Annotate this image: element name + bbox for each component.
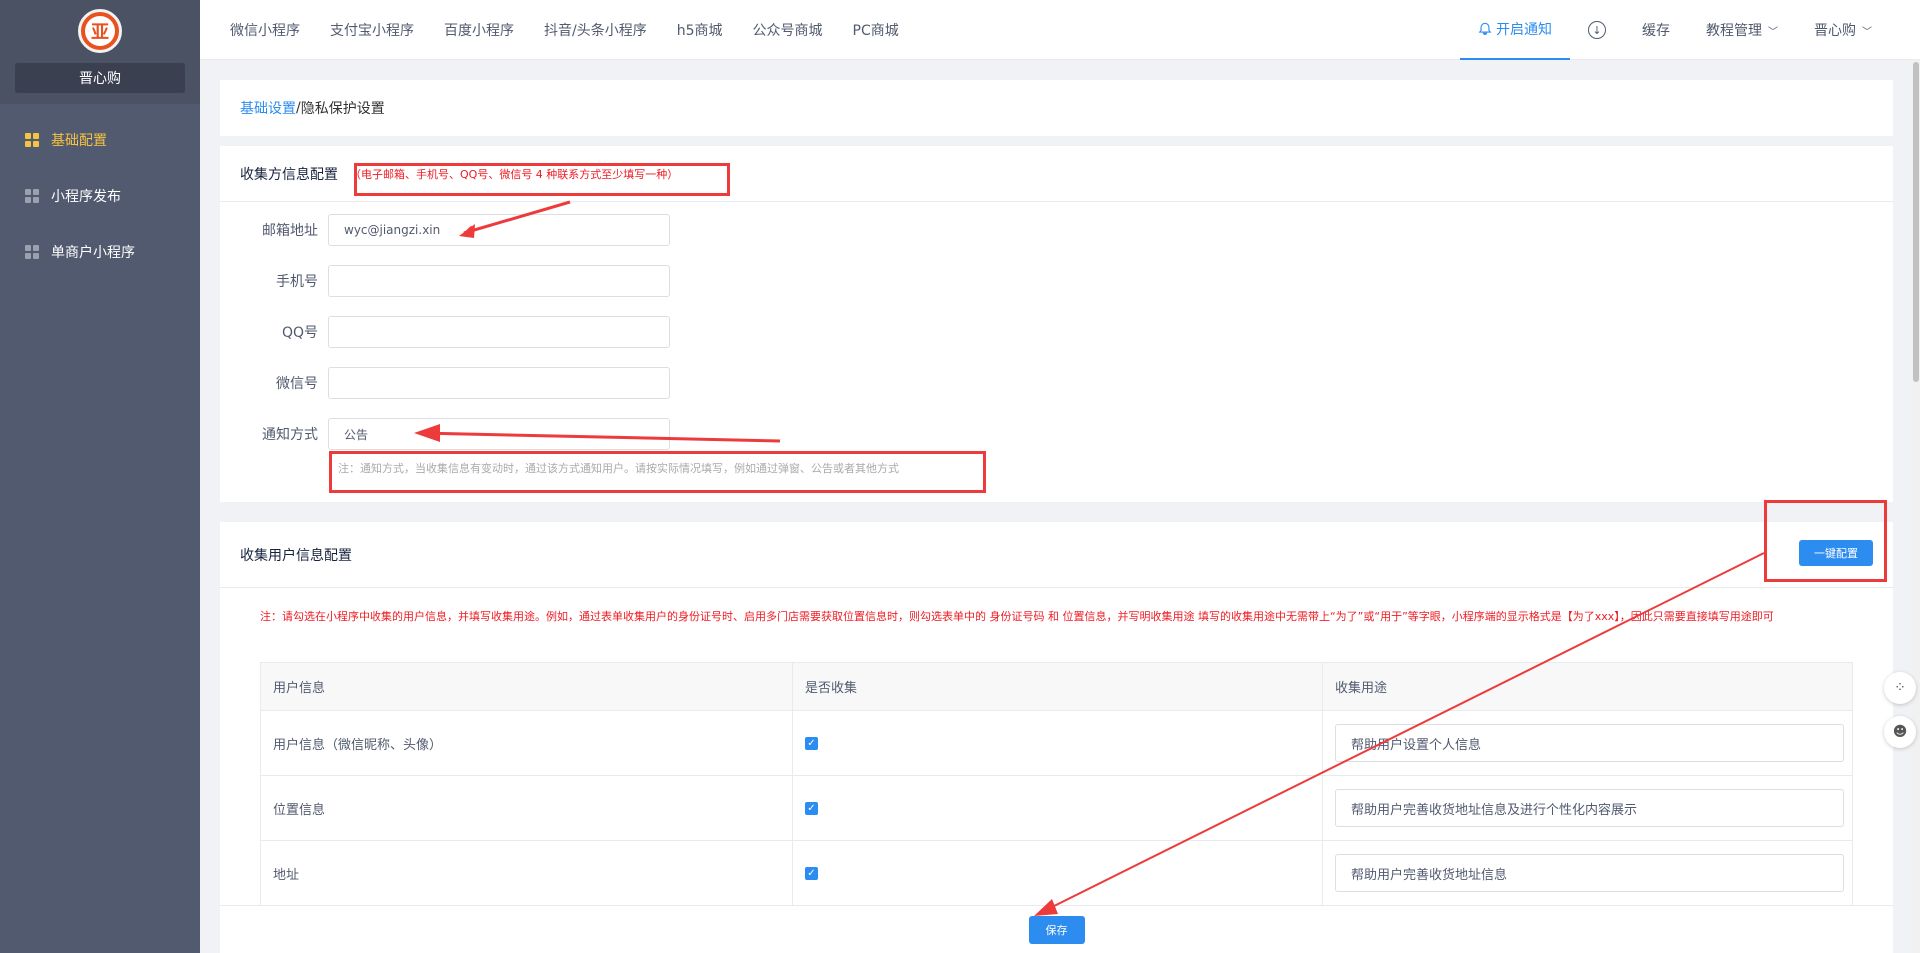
sidebar: 亚 晋心购 基础配置 小程序发布 单商户小程序 [0,0,200,953]
sidebar-item-label: 基础配置 [51,133,107,149]
annotation-box-one-key [1764,500,1887,582]
top-nav: 微信小程序 支付宝小程序 百度小程序 抖音/头条小程序 h5商城 公众号商城 P… [230,0,929,60]
collect-checkbox[interactable]: ✓ [805,801,818,815]
nav-pc-mall[interactable]: PC商城 [853,20,899,40]
grid-icon [25,133,39,147]
purpose-input[interactable] [1335,724,1844,762]
download-icon: ↓ [1588,21,1606,39]
collect-checkbox-cell: ✓ [792,775,1323,841]
purpose-cell [1322,710,1853,776]
column-header: 用户信息 [260,662,793,711]
user-info-table: 用户信息 是否收集 收集用途 用户信息（微信昵称、头像） ✓ 位置信息 ✓ 地址… [260,662,1853,906]
qq-field[interactable] [328,316,670,348]
chevron-down-icon: ﹀ [1862,26,1872,38]
qq-label: QQ号 [281,325,318,341]
sidebar-item-basic-config[interactable]: 基础配置 [0,112,200,168]
purpose-cell [1322,775,1853,841]
userinfo-title: 收集用户信息配置 [240,547,352,564]
user-name: 晋心购 [1814,23,1856,39]
phone-label: 手机号 [276,274,318,290]
email-field[interactable] [328,214,670,246]
purpose-input[interactable] [1335,789,1844,827]
phone-row: 手机号 [220,265,670,297]
sidebar-item-label: 小程序发布 [51,189,121,205]
wechat-label: 微信号 [276,376,318,392]
user-info-name: 用户信息（微信昵称、头像） [260,710,793,776]
user-info-name: 位置信息 [260,775,793,841]
chevron-down-icon: ﹀ [1768,26,1778,38]
apps-icon: ⁘ [1894,680,1906,696]
collect-checkbox[interactable]: ✓ [805,736,818,750]
collector-title: 收集方信息配置 [240,166,338,183]
brand-logo[interactable]: 亚 [78,9,122,53]
grid-icon [25,189,39,203]
download-button[interactable]: ↓ [1570,0,1624,60]
column-header: 收集用途 [1322,662,1853,711]
user-info-name: 地址 [260,840,793,906]
user-info-config-card: 收集用户信息配置 一键配置 注：请勾选在小程序中收集的用户信息，并填写收集用途。… [220,522,1893,953]
table-row: 用户信息（微信昵称、头像） ✓ [260,710,1853,776]
sidebar-menu: 基础配置 小程序发布 单商户小程序 [0,112,200,280]
assistant-float-button[interactable]: ☻ [1884,716,1916,748]
table-row: 地址 ✓ [260,840,1853,906]
footer-bar: 保存 [220,905,1893,953]
breadcrumb-current: 隐私保护设置 [300,101,385,117]
tutorial-menu[interactable]: 教程管理 ﹀ [1688,0,1796,60]
userinfo-note: 注：请勾选在小程序中收集的用户信息，并填写收集用途。例如，通过表单收集用户的身份… [260,610,1774,623]
sidebar-item-label: 单商户小程序 [51,245,135,261]
brand-logo-mark: 亚 [85,16,115,46]
nav-official-account-mall[interactable]: 公众号商城 [753,20,823,40]
nav-wechat-miniprogram[interactable]: 微信小程序 [230,20,300,40]
wechat-row: 微信号 [220,367,670,399]
nav-h5-mall[interactable]: h5商城 [677,20,723,40]
cache-button[interactable]: 缓存 [1624,0,1688,60]
sidebar-item-miniprogram-publish[interactable]: 小程序发布 [0,168,200,224]
sidebar-item-single-merchant[interactable]: 单商户小程序 [0,224,200,280]
apps-float-button[interactable]: ⁘ [1884,672,1916,704]
table-header-row: 用户信息 是否收集 收集用途 [260,662,1853,711]
annotation-box-hint [329,451,986,493]
nav-douyin-miniprogram[interactable]: 抖音/头条小程序 [544,20,647,40]
notify-method-field[interactable] [328,418,670,450]
save-button[interactable]: 保存 [1028,915,1085,944]
wechat-field[interactable] [328,367,670,399]
collect-checkbox-cell: ✓ [792,840,1323,906]
top-bar: 微信小程序 支付宝小程序 百度小程序 抖音/头条小程序 h5商城 公众号商城 P… [200,0,1920,60]
notice-toggle[interactable]: 开启通知 [1460,0,1570,60]
breadcrumb: 基础设置 / 隐私保护设置 [220,80,1893,136]
purpose-input[interactable] [1335,854,1844,892]
collect-checkbox-cell: ✓ [792,710,1323,776]
table-row: 位置信息 ✓ [260,775,1853,841]
collect-checkbox[interactable]: ✓ [805,866,818,880]
notify-method-row: 通知方式 [220,418,670,450]
grid-icon [25,245,39,259]
userinfo-title-row: 收集用户信息配置 一键配置 [220,522,1893,588]
sidebar-header: 亚 晋心购 [0,0,200,104]
top-right-actions: 开启通知 ↓ 缓存 教程管理 ﹀ 晋心购 ﹀ [1460,0,1890,60]
scrollbar-thumb[interactable] [1913,62,1919,382]
bot-icon: ☻ [1892,724,1908,740]
annotation-box-tip [354,163,730,196]
tutorial-label: 教程管理 [1706,23,1762,39]
purpose-cell [1322,840,1853,906]
column-header: 是否收集 [792,662,1323,711]
brand-name: 晋心购 [15,63,185,93]
qq-row: QQ号 [220,316,670,348]
bell-icon [1478,22,1492,35]
breadcrumb-link-basic-settings[interactable]: 基础设置 [240,98,296,118]
phone-field[interactable] [328,265,670,297]
notice-label: 开启通知 [1496,22,1552,38]
notify-method-label: 通知方式 [262,427,318,443]
collector-config-card: 收集方信息配置 （电子邮箱、手机号、QQ号、微信号 4 种联系方式至少填写一种）… [220,146,1893,502]
nav-baidu-miniprogram[interactable]: 百度小程序 [444,20,514,40]
email-label: 邮箱地址 [262,223,318,239]
email-row: 邮箱地址 [220,214,670,246]
nav-alipay-miniprogram[interactable]: 支付宝小程序 [330,20,414,40]
user-menu[interactable]: 晋心购 ﹀ [1796,0,1890,60]
